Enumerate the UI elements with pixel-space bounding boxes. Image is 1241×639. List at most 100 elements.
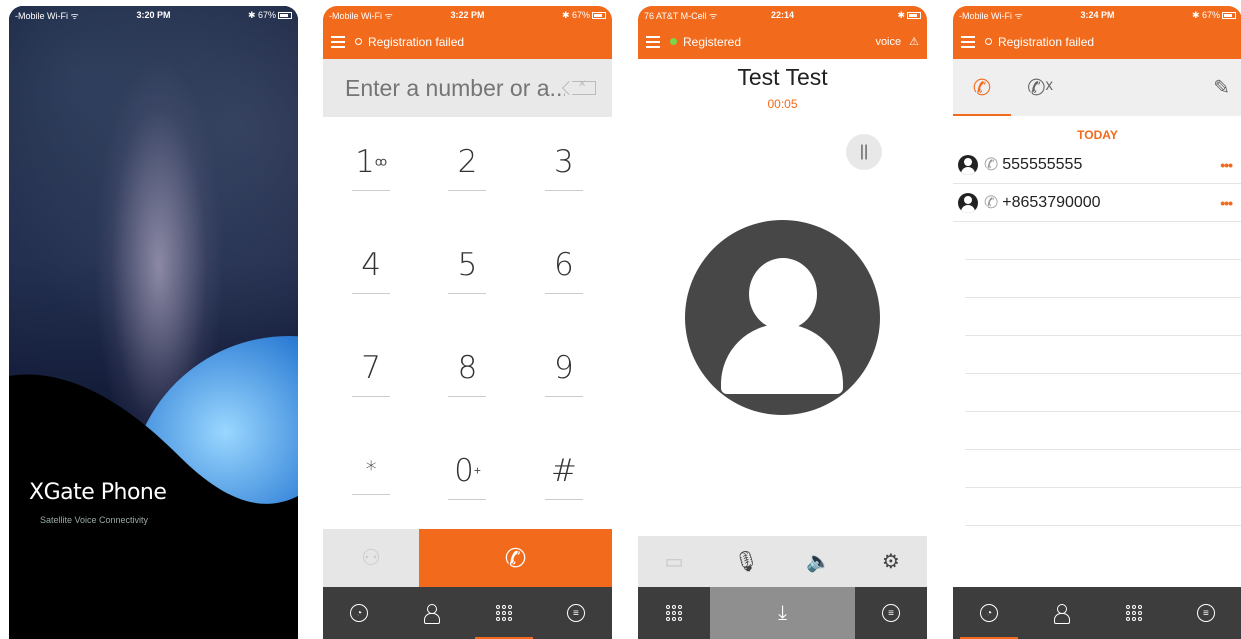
key-2[interactable]: 2 (419, 117, 515, 220)
top-bar: Registration failed (953, 24, 1241, 59)
contacts-icon (1054, 604, 1071, 624)
add-contact-button[interactable]: ⚇ (323, 529, 419, 587)
keypad-button[interactable] (638, 587, 710, 639)
carrier-label: -Mobile Wi-Fi ᯤ (329, 10, 393, 21)
registration-status: Registered (683, 34, 742, 49)
app-tagline: Satellite Voice Connectivity (40, 515, 149, 525)
edit-button[interactable]: ✎ (1213, 75, 1230, 100)
tab-all-calls[interactable]: ✆ (953, 59, 1011, 116)
missed-call-icon: ✆ˣ (1027, 74, 1053, 100)
tab-recents[interactable]: ◔ (323, 587, 395, 639)
key-digit: 0 (454, 452, 474, 489)
key-9[interactable]: 9 (516, 323, 612, 426)
key-1[interactable]: 1ꝏ (323, 117, 419, 220)
more-button[interactable]: ••• (1220, 195, 1233, 211)
list-item[interactable]: ✆ 555555555 ••• (953, 146, 1241, 184)
tab-bar: ◔ ≡ (323, 587, 612, 639)
call-number: +8653790000 (1002, 193, 1101, 211)
tab-recents[interactable]: ◔ (953, 587, 1025, 639)
speaker-icon: 🔈 (806, 551, 832, 573)
add-contact-icon: ⚇ (361, 545, 381, 570)
backspace-icon[interactable] (572, 79, 596, 95)
tab-keypad[interactable] (468, 587, 540, 639)
microphone-muted-icon: 🎙 (733, 551, 760, 573)
more-button[interactable]: ••• (1220, 157, 1233, 173)
key-7[interactable]: 7 (323, 323, 419, 426)
top-bar: Registered voice ⚠ (638, 24, 927, 59)
tab-chat[interactable]: ≡ (1170, 587, 1241, 639)
keypad-icon (495, 605, 512, 621)
registration-status: Registration failed (368, 34, 465, 49)
empty-row (965, 412, 1241, 450)
number-input[interactable] (345, 74, 565, 102)
battery-label: ✱ 67% (561, 9, 590, 20)
tab-contacts[interactable] (1025, 587, 1097, 639)
battery-label: ✱ 67% (247, 9, 276, 20)
number-input-area (323, 59, 612, 117)
empty-row (965, 374, 1241, 412)
status-bar: -Mobile Wi-Fi ᯤ 3:24 PM ✱ 67% (953, 6, 1241, 24)
tab-chat[interactable]: ≡ (540, 587, 612, 639)
chat-button[interactable]: ≡ (855, 587, 927, 639)
outgoing-call-icon: ✆ (984, 192, 999, 212)
key-hash[interactable]: # (516, 426, 612, 529)
menu-icon[interactable] (961, 35, 975, 48)
key-3[interactable]: 3 (516, 117, 612, 220)
speaker-button[interactable]: 🔈 (783, 536, 855, 587)
key-0[interactable]: 0+ (419, 426, 515, 529)
voice-label: voice (875, 35, 902, 48)
key-6[interactable]: 6 (516, 220, 612, 323)
hangup-icon: ⤓ (778, 601, 787, 624)
keypad-icon (666, 605, 682, 621)
call-button[interactable]: ✆ (419, 529, 612, 587)
chat-icon: ≡ (566, 604, 585, 622)
carrier-label: -Mobile Wi-Fi ᯤ (15, 10, 79, 21)
key-digit: * (365, 458, 377, 483)
menu-icon[interactable] (646, 35, 660, 48)
battery-label: ✱ 67% (1191, 9, 1220, 20)
call-duration: 00:05 (767, 97, 798, 111)
key-digit: 3 (553, 143, 574, 180)
mute-button[interactable]: 🎙 (710, 536, 782, 587)
menu-icon[interactable] (331, 35, 345, 48)
empty-row (965, 222, 1241, 260)
recents-screen: -Mobile Wi-Fi ᯤ 3:24 PM ✱ 67% Registrati… (953, 6, 1241, 639)
hangup-button[interactable]: ⤓ (710, 587, 855, 639)
splash-screen: -Mobile Wi-Fi ᯤ 3:20 PM ✱ 67% XGate Phon… (9, 6, 298, 639)
key-digit: 6 (553, 246, 574, 283)
video-camera-icon: ▭ (664, 551, 684, 573)
carrier-label: 76 AT&T M-Cell ᯤ (644, 10, 718, 21)
empty-row (965, 450, 1241, 488)
avatar (958, 192, 978, 213)
key-8[interactable]: 8 (419, 323, 515, 426)
clock-icon: ◔ (980, 604, 999, 622)
key-4[interactable]: 4 (323, 220, 419, 323)
dialer-screen: -Mobile Wi-Fi ᯤ 3:22 PM ✱ 67% Registrati… (323, 6, 612, 639)
plus-label: + (473, 463, 481, 478)
tab-contacts[interactable] (395, 587, 467, 639)
registration-status-icon (355, 38, 362, 45)
status-bar: -Mobile Wi-Fi ᯤ 3:20 PM ✱ 67% (9, 6, 298, 24)
video-button[interactable]: ▭ (638, 536, 710, 587)
battery-icon (1222, 11, 1236, 19)
call-controls: ▭ 🎙 🔈 ⚙ (638, 536, 927, 587)
clock-icon: ◔ (350, 604, 369, 622)
battery-icon (907, 11, 921, 19)
voicemail-icon: ꝏ (374, 154, 388, 169)
key-digit: 7 (361, 349, 382, 386)
key-5[interactable]: 5 (419, 220, 515, 323)
tab-keypad[interactable] (1098, 587, 1170, 639)
tab-missed-calls[interactable]: ✆ˣ (1011, 59, 1069, 116)
call-list: ✆ 555555555 ••• ✆ +8653790000 ••• (953, 146, 1241, 526)
status-bar: 76 AT&T M-Cell ᯤ 22:14 ✱ (638, 6, 927, 24)
list-item[interactable]: ✆ +8653790000 ••• (953, 184, 1241, 222)
key-digit: 2 (457, 143, 478, 180)
settings-button[interactable]: ⚙ (855, 536, 927, 587)
registration-status-icon (670, 38, 677, 45)
app-name: XGate Phone (29, 480, 167, 505)
key-star[interactable]: * (323, 426, 419, 529)
pause-icon: || (859, 143, 869, 160)
top-bar: Registration failed (323, 24, 612, 59)
outgoing-call-icon: ✆ (984, 154, 999, 174)
hold-button[interactable]: || (846, 134, 882, 170)
